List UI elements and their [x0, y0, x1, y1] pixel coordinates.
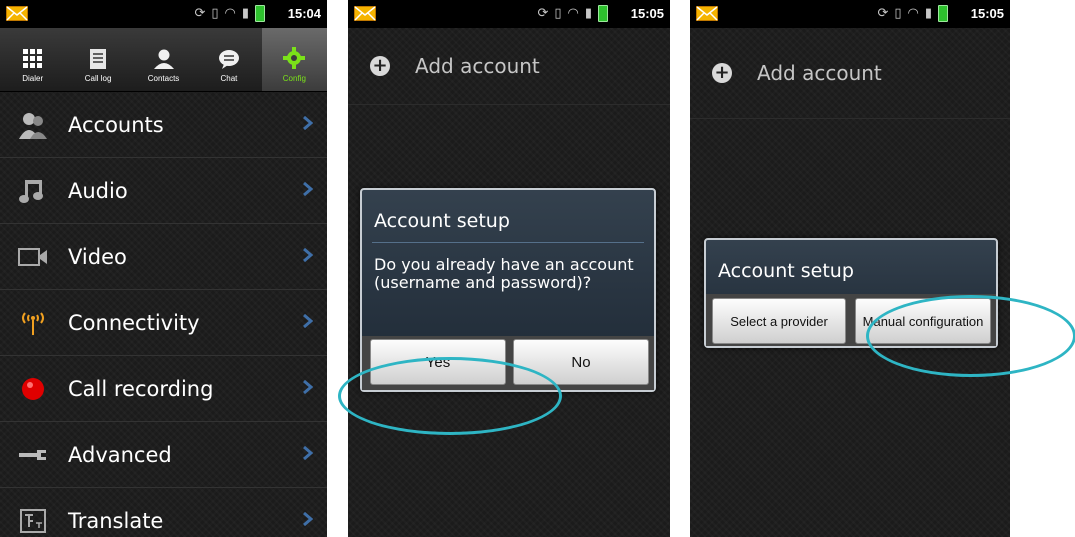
menu-item-label: Video [68, 244, 127, 269]
tab-label: Dialer [22, 74, 44, 83]
person-icon [153, 49, 174, 69]
chevron-right-icon [303, 116, 313, 130]
tab-label: Call log [84, 74, 112, 83]
chat-bubble-icon [218, 50, 239, 69]
add-account-row[interactable]: + Add account [348, 28, 670, 105]
battery-icon [598, 5, 608, 22]
tab-config[interactable]: Config [261, 28, 327, 91]
wrench-icon [18, 440, 48, 470]
chevron-right-icon [303, 182, 313, 196]
highlight-circle-manual [866, 295, 1075, 377]
sync-icon: ⟳ [194, 5, 206, 21]
dialog-title: Account setup [718, 260, 854, 282]
tab-label: Contacts [147, 74, 180, 83]
status-bar: ⟳ ▯ ◠ ▮ 15:04 [0, 0, 327, 28]
config-screen: ⟳ ▯ ◠ ▮ 15:04 Dialer Call log Contacts C… [0, 0, 327, 537]
tab-label: Chat [220, 74, 238, 83]
tab-contacts[interactable]: Contacts [131, 28, 196, 91]
account-setup-question-screen: ⟳ ▯ ◠ ▮ 15:05 + Add account Account setu… [348, 0, 670, 537]
mail-notification-icon [696, 6, 718, 21]
plus-icon: + [712, 63, 732, 83]
signal-icon: ▮ [241, 5, 249, 21]
mail-notification-icon [6, 6, 28, 21]
signal-icon: ▮ [584, 5, 592, 21]
add-account-label: Add account [757, 61, 882, 85]
status-bar: ⟳ ▯ ◠ ▮ 15:05 [348, 0, 670, 28]
battery-icon [938, 5, 948, 22]
sync-icon: ⟳ [537, 5, 549, 21]
grid-icon [22, 49, 42, 68]
add-account-label: Add account [415, 54, 540, 78]
vibrate-icon: ▯ [894, 5, 902, 21]
clock: 15:04 [287, 6, 321, 21]
clock: 15:05 [970, 6, 1004, 21]
vibrate-icon: ▯ [554, 5, 562, 21]
tab-bar: Dialer Call log Contacts Chat Config [0, 28, 327, 92]
chevron-right-icon [303, 314, 313, 328]
video-camera-icon [18, 242, 48, 272]
wifi-icon: ◠ [567, 5, 579, 21]
wifi-icon: ◠ [907, 5, 919, 21]
vibrate-icon: ▯ [211, 5, 219, 21]
antenna-icon [18, 308, 48, 338]
menu-item-label: Advanced [68, 442, 172, 467]
battery-icon [255, 5, 265, 22]
menu-item-advanced[interactable]: Advanced [0, 422, 327, 488]
accounts-icon [18, 110, 48, 140]
tab-dialer[interactable]: Dialer [0, 28, 65, 91]
clock: 15:05 [630, 6, 664, 21]
translate-icon [18, 506, 48, 536]
account-setup-provider-screen: ⟳ ▯ ◠ ▮ 15:05 + Add account Account setu… [690, 0, 1010, 537]
menu-item-connectivity[interactable]: Connectivity [0, 290, 327, 356]
dialog-message: Do you already have an account (username… [374, 255, 634, 292]
select-provider-button[interactable]: Select a provider [712, 298, 846, 344]
tab-label: Config [282, 74, 306, 83]
sync-icon: ⟳ [877, 5, 889, 21]
gear-icon [283, 47, 306, 69]
status-bar: ⟳ ▯ ◠ ▮ 15:05 [690, 0, 1010, 28]
chevron-right-icon [303, 446, 313, 460]
menu-item-video[interactable]: Video [0, 224, 327, 290]
config-menu: Accounts Audio Video Connectivity Call r… [0, 92, 327, 537]
tab-call-log[interactable]: Call log [65, 28, 130, 91]
menu-item-label: Connectivity [68, 310, 200, 335]
music-note-icon [18, 176, 48, 206]
plus-icon: + [370, 56, 390, 76]
record-icon [18, 374, 48, 404]
tab-chat[interactable]: Chat [196, 28, 261, 91]
menu-item-label: Audio [68, 178, 128, 203]
menu-item-label: Accounts [68, 112, 164, 137]
menu-item-accounts[interactable]: Accounts [0, 92, 327, 158]
chevron-right-icon [303, 380, 313, 394]
dialog-title: Account setup [374, 210, 510, 232]
menu-item-audio[interactable]: Audio [0, 158, 327, 224]
signal-icon: ▮ [924, 5, 932, 21]
list-icon [90, 49, 107, 69]
menu-item-label: Call recording [68, 376, 214, 401]
dialog-divider [372, 242, 644, 243]
menu-item-label: Translate [68, 508, 164, 533]
add-account-row[interactable]: + Add account [690, 28, 1010, 119]
wifi-icon: ◠ [224, 5, 236, 21]
mail-notification-icon [354, 6, 376, 21]
chevron-right-icon [303, 512, 313, 526]
highlight-circle-yes [338, 357, 562, 435]
menu-item-translate[interactable]: Translate [0, 488, 327, 537]
menu-item-call-recording[interactable]: Call recording [0, 356, 327, 422]
chevron-right-icon [303, 248, 313, 262]
